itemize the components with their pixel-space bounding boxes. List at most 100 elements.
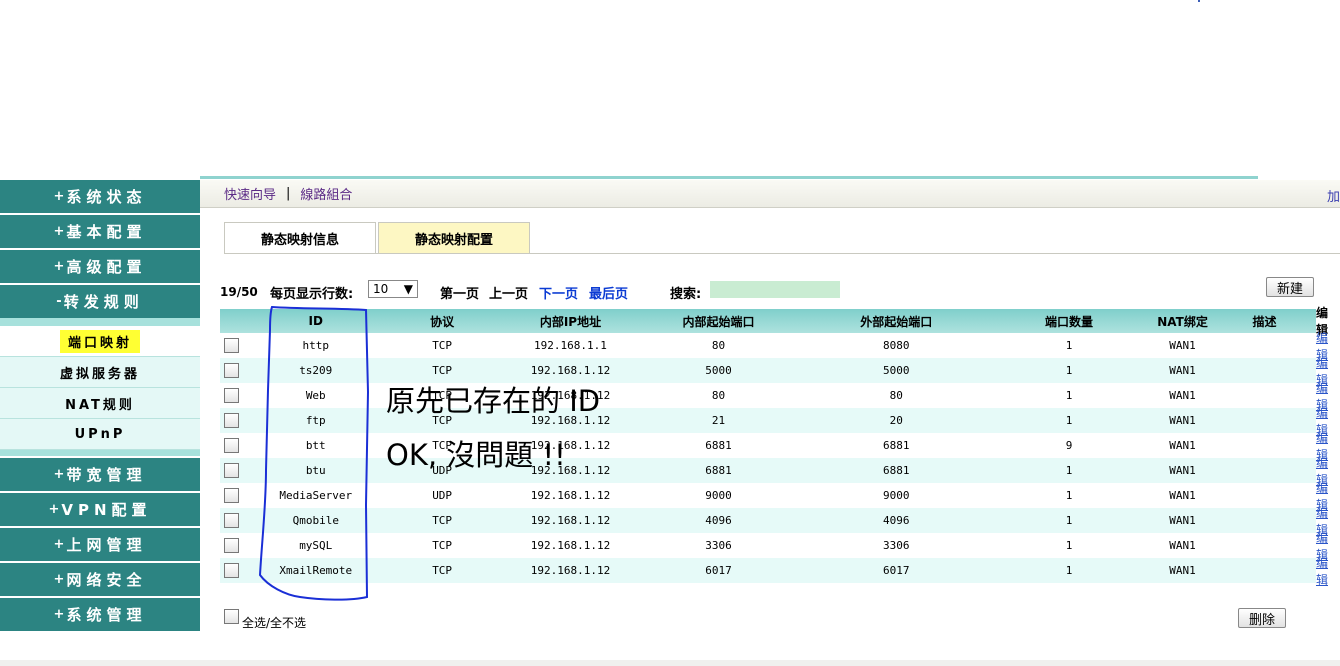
sidebar-sub-menu: 端口映射虚拟服务器 NAT规则 UPnP — [0, 326, 200, 450]
sidebar-menu-bottom: + 带宽管理 + VPN配置 + 上网管理 + 网络安全 + 系统管理 — [0, 458, 200, 631]
header-nat-binding: NAT绑定 — [1157, 314, 1208, 329]
cell-port-count: 1 — [1065, 339, 1073, 352]
select-all-checkbox[interactable] — [224, 609, 239, 624]
delete-button[interactable]: 删除 — [1238, 608, 1286, 628]
sidebar-menu-item[interactable]: - 转发规则 — [0, 285, 200, 318]
sidebar-sub-item-label: 端口映射 — [59, 329, 140, 353]
sidebar-menu-item[interactable]: + VPN配置 — [0, 493, 200, 526]
sidebar-sub-item[interactable]: NAT规则 — [0, 388, 200, 419]
expand-icon: + — [53, 467, 65, 482]
cell-port-count: 9 — [1065, 439, 1073, 452]
sidebar-sub-item[interactable]: UPnP — [0, 419, 200, 450]
sidebar-menu-item[interactable]: + 基本配置 — [0, 215, 200, 248]
cell-external-start-port: 4096 — [882, 514, 910, 527]
cell-id: XmailRemote — [279, 564, 353, 577]
row-checkbox[interactable] — [224, 563, 240, 578]
table-toolbar: 19/50 每页显示行数: 10 ▼ 第一页 上一页 下一页 最后页 搜索: — [220, 280, 1320, 302]
cell-internal-ip: 192.168.1.1 — [534, 339, 607, 352]
sidebar-menu-item[interactable]: + 系统状态 — [0, 180, 200, 213]
collapse-icon: - — [56, 294, 62, 309]
table-row: Qmobile TCP 192.168.1.12 4096 4096 1 WAN1 编辑 — [220, 506, 1328, 537]
row-checkbox-cell — [220, 563, 244, 578]
cell-external-start-port: 8080 — [882, 339, 910, 352]
cell-protocol: UDP — [432, 489, 453, 502]
header-protocol: 协议 — [430, 314, 455, 329]
row-checkbox-cell — [220, 388, 244, 403]
sidebar: + 系统状态 + 基本配置 + 高级配置 - 转发规则 端口映射 虚拟服务器 NAT规则 UPnP … — [0, 180, 200, 635]
sidebar-menu-item[interactable]: + 带宽管理 — [0, 458, 200, 491]
cell-nat-binding: WAN1 — [1169, 364, 1196, 377]
cell-internal-start-port: 6017 — [705, 564, 732, 577]
new-button[interactable]: 新建 — [1266, 277, 1314, 297]
cell-internal-start-port: 9000 — [705, 489, 732, 502]
row-checkbox-cell — [220, 438, 244, 453]
cell-nat-binding: WAN1 — [1169, 439, 1196, 452]
edit-link[interactable]: 编辑 — [1316, 556, 1328, 587]
rows-per-page-select[interactable]: 10 ▼ — [368, 280, 418, 298]
header-port-count: 端口数量 — [1044, 314, 1093, 329]
table-row: MediaServer UDP 192.168.1.12 9000 9000 1 WAN1 编… — [220, 481, 1328, 512]
sidebar-menu-label: VPN配置 — [61, 501, 152, 519]
row-checkbox[interactable] — [224, 438, 240, 453]
cell-internal-ip: 192.168.1.12 — [530, 364, 611, 377]
cell-external-start-port: 6881 — [882, 439, 910, 452]
cell-internal-ip: 192.168.1.12 — [530, 539, 611, 552]
row-checkbox[interactable] — [224, 388, 240, 403]
cell-id: ftp — [305, 414, 326, 427]
sidebar-sub-item[interactable]: 端口映射 — [0, 326, 200, 357]
cell-protocol: TCP — [432, 564, 453, 577]
row-checkbox[interactable] — [224, 488, 240, 503]
table-row: XmailRemote TCP 192.168.1.12 6017 6017 1 WAN1 编… — [220, 556, 1328, 587]
row-checkbox[interactable] — [224, 513, 240, 528]
nav-right-partial-link[interactable]: 加 — [1327, 186, 1340, 205]
annotation-text-line1: 原先已存在的 ID — [386, 384, 601, 418]
table-header: ID 协议 内部IP地址 内部起始端口 外部起始端口 端口数量 NAT绑定 描述… — [220, 306, 1328, 337]
cell-internal-ip: 192.168.1.12 — [530, 489, 611, 502]
tab-bar: 静态映射信息 静态映射配置 — [224, 222, 532, 253]
quick-wizard-link[interactable]: 快速向导 — [224, 184, 276, 203]
row-checkbox-cell — [220, 363, 244, 378]
cell-port-count: 1 — [1065, 364, 1073, 377]
tab-static-map-config[interactable]: 静态映射配置 — [378, 222, 530, 253]
chevron-down-icon: ▼ — [403, 282, 413, 296]
last-page-link[interactable]: 最后页 — [589, 283, 628, 302]
row-checkbox[interactable] — [224, 538, 240, 553]
sidebar-menu-item[interactable]: + 上网管理 — [0, 528, 200, 561]
record-count: 19/50 — [220, 285, 258, 299]
cell-internal-start-port: 5000 — [705, 364, 732, 377]
nav-separator: | — [286, 186, 291, 201]
cell-port-count: 1 — [1065, 414, 1073, 427]
row-checkbox[interactable] — [224, 363, 240, 378]
sidebar-menu-label: 基本配置 — [66, 223, 147, 241]
sidebar-menu-item[interactable]: + 网络安全 — [0, 563, 200, 596]
row-checkbox[interactable] — [224, 338, 240, 353]
cell-external-start-port: 5000 — [882, 364, 910, 377]
rows-per-page-label: 每页显示行数: — [270, 287, 354, 302]
tab-static-map-info[interactable]: 静态映射信息 — [224, 222, 376, 253]
sidebar-menu-item[interactable]: + 系统管理 — [0, 598, 200, 631]
cell-nat-binding: WAN1 — [1169, 564, 1196, 577]
cell-internal-start-port: 3306 — [705, 539, 732, 552]
cell-nat-binding: WAN1 — [1169, 339, 1196, 352]
expand-icon: + — [53, 572, 65, 587]
cell-internal-ip: 192.168.1.12 — [530, 564, 611, 577]
bottom-border — [0, 660, 1340, 666]
search-label: 搜索: — [670, 287, 702, 302]
cell-id: btt — [305, 439, 326, 452]
sidebar-sub-item[interactable]: 虚拟服务器 — [0, 357, 200, 388]
search-input[interactable] — [710, 281, 840, 298]
cell-id: MediaServer — [279, 489, 353, 502]
next-page-link[interactable]: 下一页 — [539, 283, 578, 302]
cell-nat-binding: WAN1 — [1169, 389, 1196, 402]
sidebar-menu-label: 上网管理 — [66, 536, 147, 554]
sidebar-sub-item-label: UPnP — [74, 426, 126, 442]
sidebar-menu-label: 高级配置 — [66, 258, 147, 276]
prev-page-link[interactable]: 上一页 — [489, 283, 528, 302]
row-checkbox[interactable] — [224, 413, 240, 428]
row-checkbox[interactable] — [224, 463, 240, 478]
cell-edit: 编辑 — [1302, 554, 1328, 588]
first-page-link[interactable]: 第一页 — [440, 283, 479, 302]
line-combo-link[interactable]: 線路組合 — [300, 184, 352, 203]
table-row: ts209 TCP 192.168.1.12 5000 5000 1 WAN1 编辑 — [220, 356, 1328, 387]
sidebar-menu-item[interactable]: + 高级配置 — [0, 250, 200, 283]
